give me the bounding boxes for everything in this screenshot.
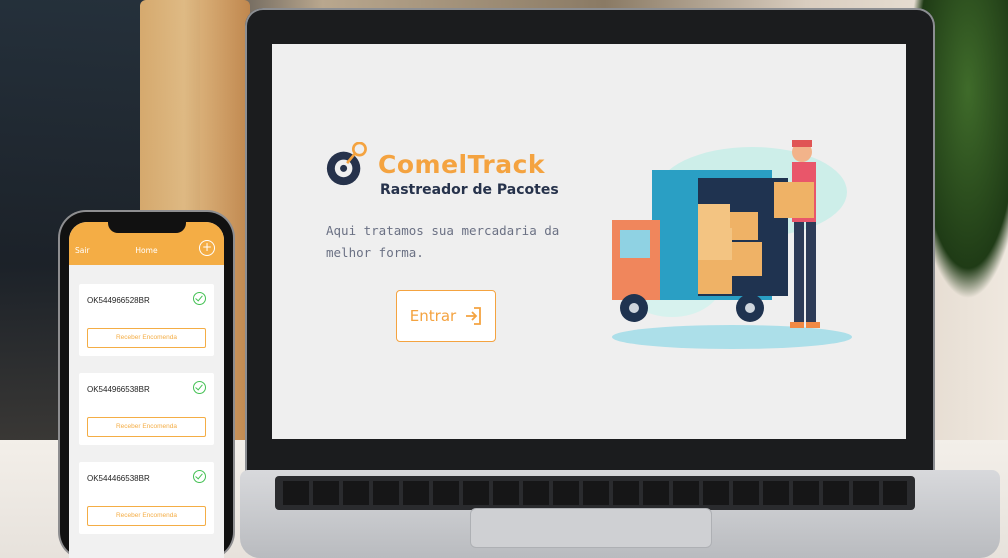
order-card: OK544966538BR Receber Encomenda — [79, 373, 214, 445]
check-circle-icon — [193, 381, 206, 394]
order-card: OK544466538BR Receber Encomenda — [79, 462, 214, 534]
receive-order-button[interactable]: Receber Encomenda — [87, 328, 206, 348]
enter-button[interactable]: Entrar — [396, 290, 496, 342]
brand-logo — [326, 142, 370, 186]
phone-screen: Sair Home + OK544966528BR Receber Encome… — [69, 222, 224, 558]
plus-circle-icon[interactable]: + — [199, 240, 215, 256]
receive-order-button[interactable]: Receber Encomenda — [87, 506, 206, 526]
delivery-truck-illustration — [612, 140, 852, 349]
tracking-code: OK544466538BR — [87, 474, 150, 483]
receive-order-button[interactable]: Receber Encomenda — [87, 417, 206, 437]
login-arrow-icon — [466, 307, 482, 325]
tagline: Aqui tratamos sua mercadaria da melhor f… — [326, 223, 560, 260]
tracking-code: OK544966528BR — [87, 296, 150, 305]
laptop-trackpad — [470, 508, 712, 548]
tracking-code: OK544966538BR — [87, 385, 150, 394]
order-card: OK544966528BR Receber Encomenda — [79, 284, 214, 356]
brand-name: ComelTrack — [378, 150, 546, 179]
brand-subtitle: Rastreador de Pacotes — [380, 182, 559, 198]
laptop-screen: ComelTrack Rastreador de Pacotes Aqui tr… — [272, 44, 906, 439]
package-tracker-logo-icon — [326, 142, 367, 186]
enter-button-label: Entrar — [409, 307, 457, 325]
phone-notch — [108, 219, 186, 233]
check-circle-icon — [193, 470, 206, 483]
laptop-keyboard — [275, 476, 915, 510]
check-circle-icon — [193, 292, 206, 305]
